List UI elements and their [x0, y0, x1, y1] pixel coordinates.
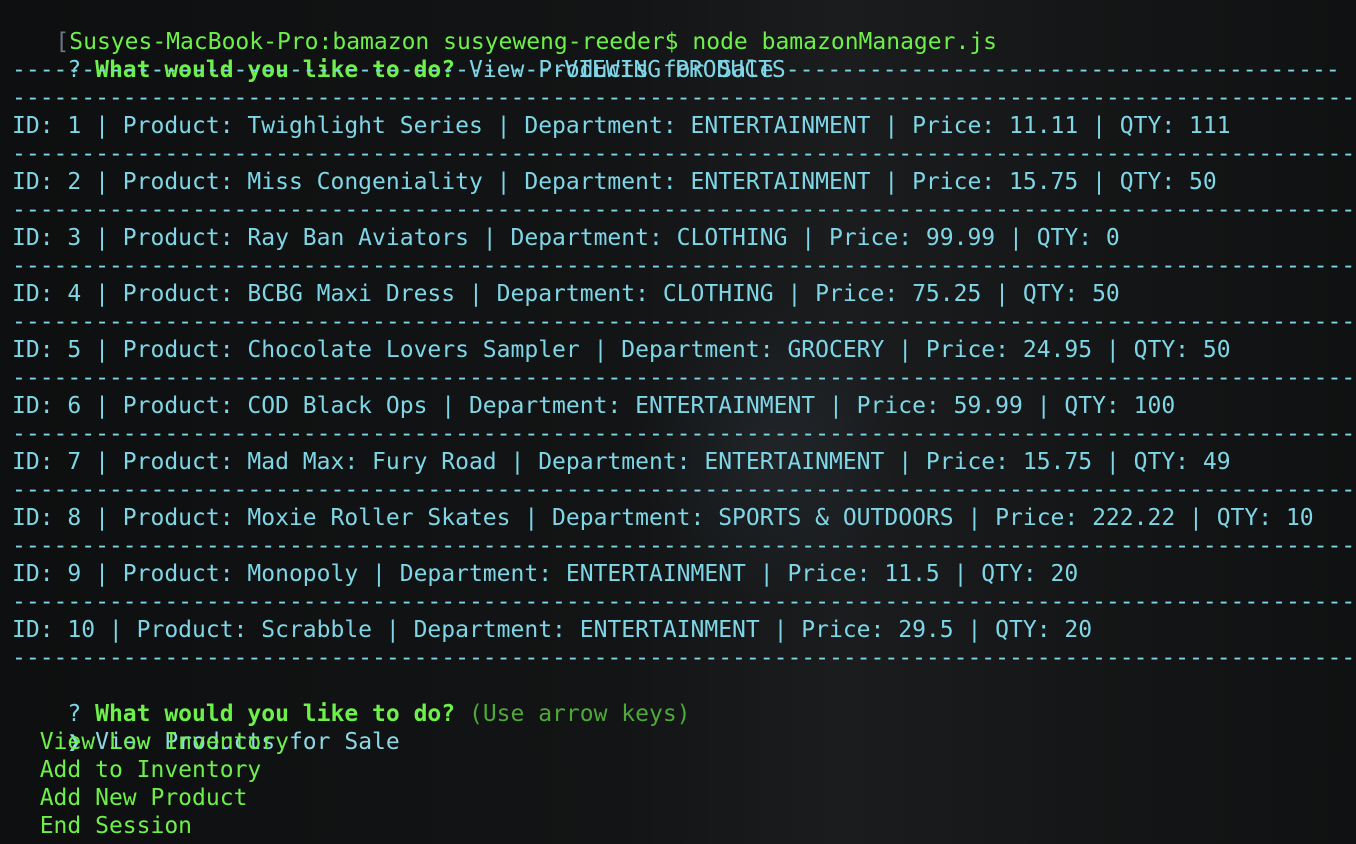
row-separator: ----------------------------------------… [12, 365, 1356, 391]
viewing-products-header: ----------------------------------------… [0, 56, 1356, 84]
menu-options: View Low Inventory Add to Inventory Add … [0, 728, 1356, 840]
product-row: ID: 9 | Product: Monopoly | Department: … [12, 561, 1079, 587]
menu-option-label: Add to Inventory [39, 757, 262, 783]
header-separator-left: ----------------------------------------… [12, 57, 565, 83]
row-separator: ----------------------------------------… [12, 141, 1356, 167]
product-row: ID: 8 | Product: Moxie Roller Skates | D… [12, 505, 1314, 531]
menu-option[interactable]: Add to Inventory [0, 756, 1356, 784]
menu-indent [12, 785, 40, 811]
header-separator-right: ----------------------------------------… [785, 57, 1338, 83]
menu-option-label: Add New Product [39, 785, 248, 811]
menu-option-label: View Low Inventory [39, 729, 289, 755]
product-row: ID: 3 | Product: Ray Ban Aviators | Depa… [12, 225, 1120, 251]
row-separator: ----------------------------------------… [12, 253, 1356, 279]
row-separator: ----------------------------------------… [12, 309, 1356, 335]
row-separator: ----------------------------------------… [12, 421, 1356, 447]
question-active: ? What would you like to do? (Use arrow … [0, 672, 1356, 727]
row-separator: ----------------------------------------… [12, 533, 1356, 559]
product-row: ID: 6 | Product: COD Black Ops | Departm… [12, 393, 1176, 419]
row-separator: ----------------------------------------… [12, 197, 1356, 223]
header-title: VIEWING PRODUCTS [564, 57, 786, 83]
row-separator: ----------------------------------------… [12, 477, 1356, 503]
product-row: ID: 4 | Product: BCBG Maxi Dress | Depar… [12, 281, 1120, 307]
menu-indent [12, 757, 40, 783]
product-row: ID: 10 | Product: Scrabble | Department:… [12, 617, 1093, 643]
row-separator: ----------------------------------------… [12, 85, 1356, 111]
question-answered: ? What would you like to do? View Produc… [0, 28, 1356, 83]
row-separator: ----------------------------------------… [12, 645, 1356, 671]
product-list: ----------------------------------------… [0, 84, 1356, 672]
menu-option[interactable]: End Session [0, 812, 1356, 840]
product-row: ID: 5 | Product: Chocolate Lovers Sample… [12, 337, 1231, 363]
product-row: ID: 2 | Product: Miss Congeniality | Dep… [12, 169, 1217, 195]
row-separator: ----------------------------------------… [12, 589, 1356, 615]
menu-indent [12, 813, 40, 839]
menu-option[interactable]: Add New Product [0, 784, 1356, 812]
menu-option-selected[interactable]: ❯ View Products for Sale [0, 700, 1356, 755]
shell-command-line: [Susyes-MacBook-Pro:bamazon susyeweng-re… [0, 0, 1356, 55]
menu-option-label: End Session [39, 813, 193, 839]
product-row: ID: 7 | Product: Mad Max: Fury Road | De… [12, 449, 1231, 475]
menu-option[interactable]: View Low Inventory [0, 728, 1356, 756]
terminal-window[interactable]: [Susyes-MacBook-Pro:bamazon susyeweng-re… [0, 0, 1356, 844]
product-row: ID: 1 | Product: Twighlight Series | Dep… [12, 113, 1231, 139]
menu-indent [12, 729, 40, 755]
